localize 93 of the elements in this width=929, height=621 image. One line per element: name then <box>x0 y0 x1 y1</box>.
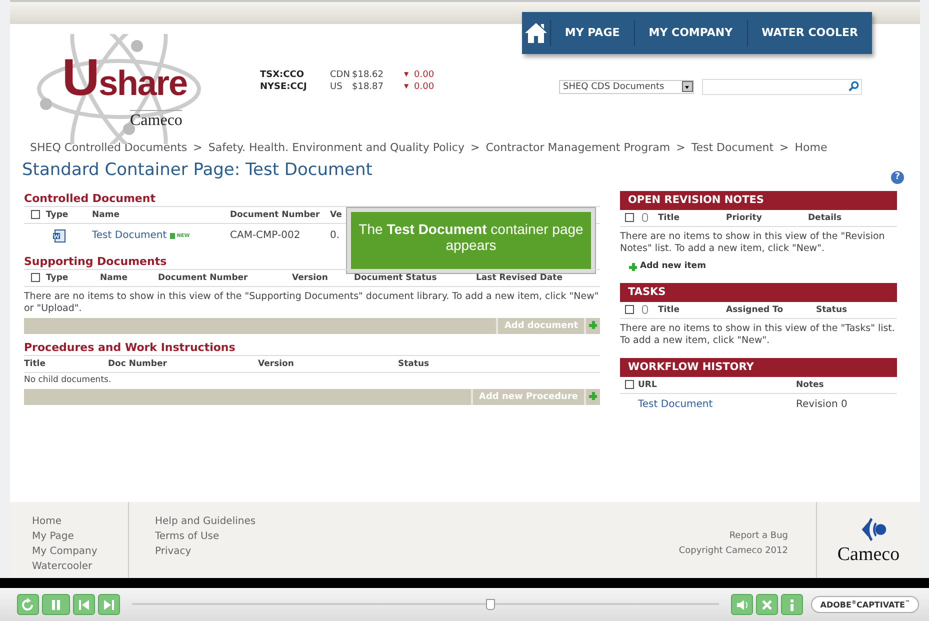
logo-wordmark: Ushare <box>62 58 187 102</box>
column-header: Name <box>100 272 128 283</box>
report-bug-link[interactable]: Report a Bug <box>729 529 788 544</box>
footer-link[interactable]: Home <box>32 514 128 530</box>
column-header: Status <box>398 358 430 369</box>
panel-title-bar: OPEN REVISION NOTES <box>620 190 897 210</box>
search-icon[interactable] <box>848 81 859 92</box>
plus-icon[interactable] <box>584 388 600 405</box>
column-header: Title <box>658 304 680 315</box>
speaker-icon[interactable] <box>735 598 750 612</box>
atom-logo-icon <box>34 34 204 144</box>
caption-callout: The Test Document container page appears <box>347 208 595 273</box>
column-header: Last Revised Date <box>476 272 564 283</box>
column-header: Version <box>258 358 295 369</box>
stock-change: 0.00 <box>414 82 434 92</box>
table-cell-text: 0. <box>330 230 341 242</box>
breadcrumb-link[interactable]: Home <box>794 140 828 154</box>
column-header: Ve <box>330 210 343 220</box>
select-all-checkbox[interactable] <box>30 210 40 220</box>
section-heading: Supporting Documents <box>24 254 600 270</box>
breadcrumb-separator: > <box>780 140 789 154</box>
footer-link[interactable]: Terms of Use <box>155 529 256 544</box>
column-header: Document Number <box>158 272 249 283</box>
empty-message: There are no items to show in this view of the "Revision Notes" list. To add a new item, click "New". <box>620 230 886 255</box>
nav-link[interactable]: WATER COOLER <box>748 20 872 46</box>
column-header: Document Number <box>230 210 321 220</box>
search-scope-dropdown[interactable]: SHEQ CDS Documents <box>559 80 694 94</box>
footer-link[interactable]: My Company <box>32 544 128 560</box>
breadcrumb-link[interactable]: SHEQ Controlled Documents <box>30 140 188 154</box>
panel-title-bar: TASKS <box>620 282 897 302</box>
close-icon[interactable] <box>760 598 774 612</box>
column-header: Version <box>292 272 329 283</box>
rewind-icon[interactable] <box>21 598 35 612</box>
section-heading: Procedures and Work Instructions <box>24 340 600 356</box>
footer-link[interactable]: My Page <box>32 529 128 544</box>
column-header: URL <box>638 380 658 390</box>
column-header: Status <box>816 304 848 315</box>
select-all-checkbox[interactable] <box>624 305 634 314</box>
select-all-checkbox[interactable] <box>624 213 634 222</box>
breadcrumb-separator: > <box>470 140 480 154</box>
breadcrumb-link[interactable]: Contractor Management Program <box>486 140 670 154</box>
document-link[interactable]: Test Document <box>92 230 167 242</box>
copyright-text: Copyright Cameco 2012 <box>678 545 788 558</box>
empty-message: There are no items to show in this view of the "Supporting Documents" document library. To add a new item, click "New" or "Upload". <box>24 290 600 315</box>
stock-change: 0.00 <box>414 70 434 80</box>
table-cell-text: Revision 0 <box>796 399 848 410</box>
column-header: Type <box>46 272 70 283</box>
breadcrumb-link[interactable]: Safety. Health. Environment and Quality Policy <box>208 140 464 154</box>
pause-icon[interactable] <box>49 598 63 612</box>
column-header: Title <box>24 358 46 369</box>
breadcrumb-separator: > <box>676 140 686 154</box>
home-icon <box>524 22 548 44</box>
plus-icon[interactable] <box>584 318 600 334</box>
column-header: Assigned To <box>726 304 784 315</box>
nav-link[interactable]: MY COMPANY <box>634 20 748 46</box>
table-cell-text: CAM-CMP-002 <box>230 230 302 242</box>
nav-link[interactable]: MY PAGE <box>550 20 635 46</box>
stock-currency: US <box>330 82 344 92</box>
help-button[interactable]: ? <box>891 170 904 184</box>
footer-link[interactable]: Help and Guidelines <box>155 514 256 530</box>
document-link[interactable]: Test Document <box>638 399 796 410</box>
captivate-badge: ADOBE$^{®}$CAPTIVATE$^{™}$ <box>811 596 919 614</box>
next-icon[interactable] <box>102 598 116 612</box>
previous-icon[interactable] <box>77 598 91 612</box>
stock-symbol: NYSE:CCJ <box>260 82 308 92</box>
column-header: Title <box>658 212 680 223</box>
footer-link[interactable]: Watercooler <box>32 559 128 574</box>
stock-price: $18.62 <box>352 70 384 80</box>
column-header: Doc Number <box>108 358 168 369</box>
select-all-checkbox[interactable] <box>624 380 634 390</box>
column-header: Details <box>808 212 843 223</box>
logo-company-name: Cameco <box>130 110 182 130</box>
column-header: Type <box>46 210 70 220</box>
column-header: Document Status <box>354 272 438 283</box>
add-item-link[interactable]: Add new item <box>640 260 706 271</box>
column-header: Priority <box>726 212 763 223</box>
empty-message: No child documents. <box>24 374 112 386</box>
stock-currency: CDN <box>330 70 351 80</box>
empty-message: There are no items to show in this view of the "Tasks" list. To add a new item, click "New". <box>620 322 896 347</box>
panel-title-bar: WORKFLOW HISTORY <box>620 358 897 377</box>
company-logo-text: Cameco <box>837 545 900 566</box>
breadcrumb-separator: > <box>193 140 202 154</box>
stock-price: $18.87 <box>352 82 384 92</box>
column-header: Name <box>92 210 120 220</box>
breadcrumb-link[interactable]: Test Document <box>691 140 774 154</box>
word-document-icon <box>52 228 66 243</box>
footer-link[interactable]: Privacy <box>155 544 256 560</box>
progress-thumb[interactable] <box>486 599 496 610</box>
search-field[interactable] <box>702 78 862 95</box>
stock-symbol: TSX:CCO <box>260 70 306 80</box>
page-title: Standard Container Page: Test Document <box>22 160 372 180</box>
select-all-checkbox[interactable] <box>30 273 40 282</box>
column-header: Notes <box>796 380 825 390</box>
